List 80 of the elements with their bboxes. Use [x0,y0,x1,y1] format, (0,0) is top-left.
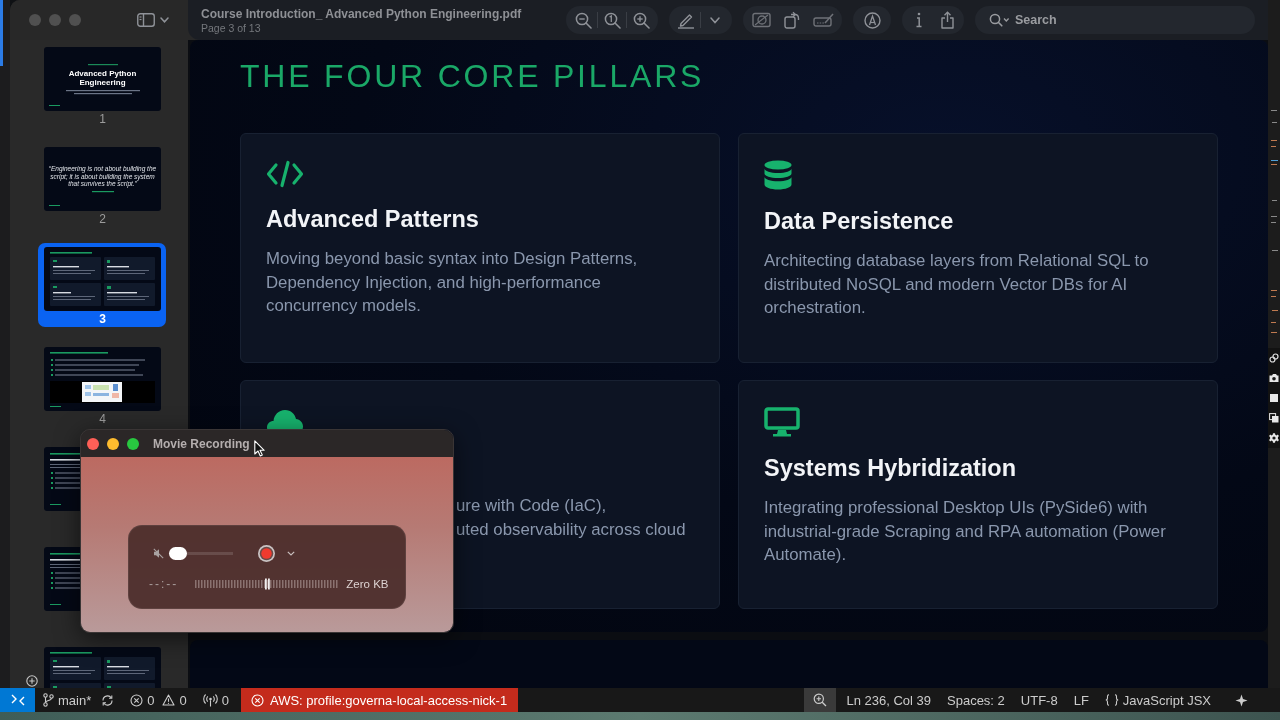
share-icon [939,11,955,29]
card-description: Moving beyond basic syntax into Design Patterns, Dependency Injection, and high-performance concurrency models. [266,248,638,317]
broadcast-icon [202,693,218,707]
chevron-icon[interactable] [287,551,295,556]
card-description: Architecting database layers from Relational SQL to distributed NoSQL and modern Vector DBs for AI orchestration. [764,250,1149,319]
aws-profile-button[interactable]: AWS: profile:governa-local-access-nick-1 [240,688,519,712]
heading-line-drawing [87,63,118,66]
window-title: Movie Recording [153,436,250,451]
active-indicator [0,0,3,66]
zoom-level-button[interactable] [804,688,837,712]
chevron-icon [160,17,169,23]
branch-button[interactable]: main* [35,688,123,712]
link-icon[interactable] [1269,353,1279,363]
slide-title: THE FOUR CORE PILLARS [240,58,706,95]
actual-size-icon [603,11,621,29]
pen-tip-icon [863,11,881,29]
database-icon [764,160,792,190]
card-title: Data Persistence [764,207,954,236]
page-number: 1 [99,111,106,127]
plus-circle-icon [26,675,38,687]
search-icon [989,13,1010,27]
signature-icon [813,13,834,27]
card-title: Systems Hybridization [764,454,1017,483]
sync-icon [101,693,115,707]
accent-bar [49,105,60,106]
page-number: 3 [99,311,106,327]
copy-icon[interactable] [1269,413,1279,423]
indentation-button[interactable]: Spaces: 2 [939,688,1013,712]
attribution-line-drawing [91,190,114,193]
zoom-out-icon [574,11,592,29]
thumbnail-title: Advanced Python Engineering [68,68,137,87]
zoom-in-icon [632,11,650,29]
sidebar-toggle-button[interactable] [137,13,169,27]
accent-bar [49,205,60,206]
file-size: Zero KB [346,578,389,590]
highlighter-icon [677,11,695,29]
error-icon [130,693,144,707]
remote-icon [10,694,25,706]
gear-icon[interactable] [1269,433,1279,443]
branch-icon [43,693,54,707]
warning-icon [162,694,176,706]
rotate-icon [784,11,801,29]
info-icon [915,12,923,28]
camera-icon[interactable] [1269,373,1279,383]
monitor-icon [764,407,800,437]
square-icon[interactable] [1269,393,1279,403]
card-title: Advanced Patterns [266,205,479,234]
chevron-icon [710,16,720,24]
zoom-button[interactable] [127,437,139,450]
page-item[interactable]: 3 [38,243,166,327]
card-description: Integrating professional Desktop UIs (PySide6) with industrial-grade Scraping and RPA automation (Power Automate). [764,497,1166,566]
language-button[interactable]: JavaScript JSX [1096,688,1219,712]
sidebar-icon [137,13,155,27]
card-description: ure with Code (IaC), uted observability across cloud [456,495,686,541]
code-icon [266,160,304,188]
zoom-in-icon [813,693,828,707]
add-button[interactable] [26,675,38,687]
cursor-position-button[interactable]: Ln 236, Col 39 [838,688,939,712]
volume-thumb[interactable] [169,547,187,560]
elapsed-time: --:-- [149,577,179,591]
record-button[interactable] [258,545,275,562]
speaker-muted-icon [153,548,164,559]
page-number: 2 [99,211,106,227]
page-item[interactable]: 4 [38,343,166,427]
minimize-button[interactable] [107,437,119,450]
braces-icon [1104,694,1119,706]
page-indicator: Page 3 of 13 [201,21,262,34]
page-number: 4 [99,411,106,427]
page-item[interactable]: Advanced Python Engineering 1 [38,43,166,127]
search-field[interactable]: Search [975,6,1255,34]
problems-button[interactable]: 0 0 [122,688,195,712]
close-button[interactable] [87,437,99,450]
line-ending-button[interactable]: LF [1065,688,1097,712]
encoding-button[interactable]: UTF-8 [1012,688,1066,712]
ports-button[interactable]: 0 [194,688,237,712]
error-icon [250,693,264,707]
sparkle-icon[interactable] [1235,693,1248,707]
document-title: Course Introduction_ Advanced Python Engineering.pdf [201,6,522,21]
cursor-icon [254,440,265,457]
image-icon [752,12,771,28]
